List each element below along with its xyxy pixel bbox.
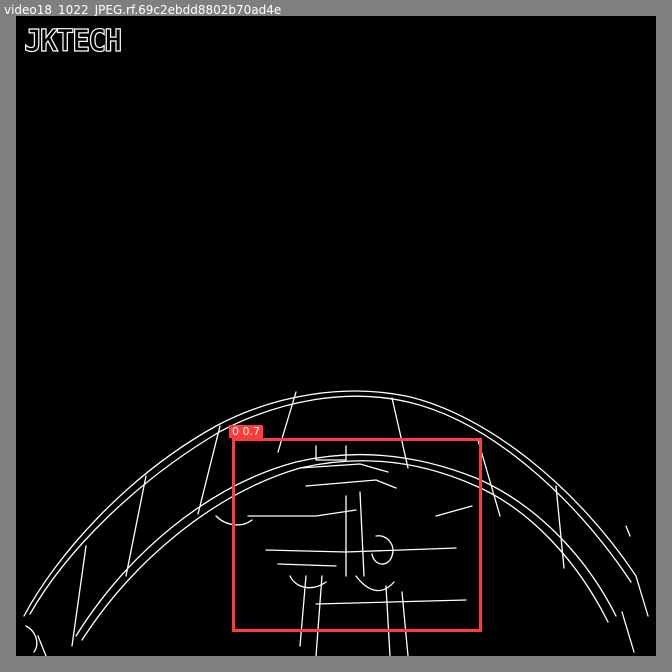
detection-box (232, 438, 482, 632)
detection-label: 0 0.7 (229, 425, 263, 438)
edge-image: JKTECH 0 0.7 (16, 16, 656, 656)
image-title: video18_1022_JPEG.rf.69c2ebdd8802b70ad4e (4, 3, 282, 17)
